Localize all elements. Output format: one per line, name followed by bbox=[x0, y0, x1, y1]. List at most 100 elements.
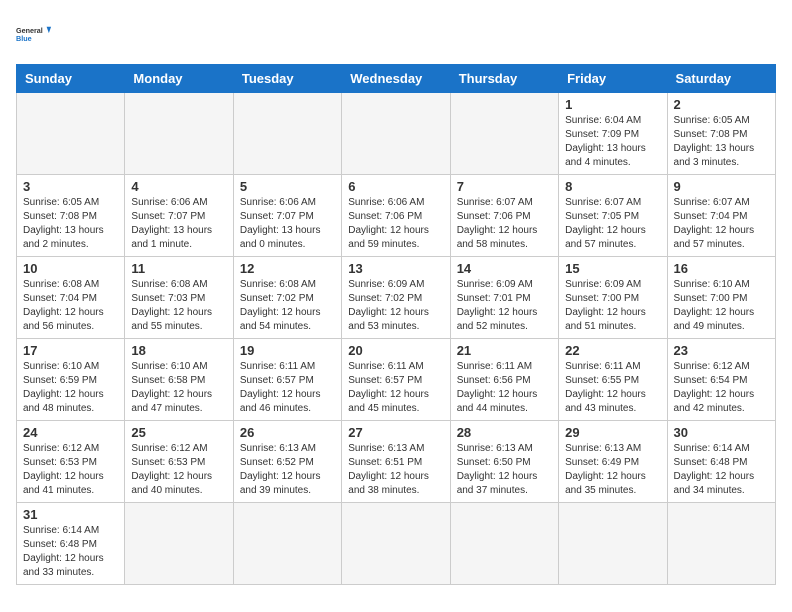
header-sunday: Sunday bbox=[17, 65, 125, 93]
calendar-cell: 7 Sunrise: 6:07 AM Sunset: 7:06 PM Daylig… bbox=[450, 175, 558, 257]
day-number: 24 bbox=[23, 425, 118, 440]
calendar-cell: 8 Sunrise: 6:07 AM Sunset: 7:05 PM Daylig… bbox=[559, 175, 667, 257]
calendar-cell: 25 Sunrise: 6:12 AM Sunset: 6:53 PM Dayli… bbox=[125, 421, 233, 503]
day-info: Sunrise: 6:07 AM Sunset: 7:06 PM Dayligh… bbox=[457, 196, 552, 252]
day-info: Sunrise: 6:14 AM Sunset: 6:48 PM Dayligh… bbox=[23, 524, 118, 580]
logo: GeneralBlue bbox=[16, 16, 52, 52]
calendar-cell: 10 Sunrise: 6:08 AM Sunset: 7:04 PM Dayli… bbox=[17, 257, 125, 339]
day-info: Sunrise: 6:08 AM Sunset: 7:03 PM Dayligh… bbox=[131, 278, 226, 334]
day-number: 25 bbox=[131, 425, 226, 440]
day-info: Sunrise: 6:10 AM Sunset: 7:00 PM Dayligh… bbox=[674, 278, 769, 334]
day-info: Sunrise: 6:13 AM Sunset: 6:50 PM Dayligh… bbox=[457, 442, 552, 498]
day-info: Sunrise: 6:13 AM Sunset: 6:52 PM Dayligh… bbox=[240, 442, 335, 498]
day-number: 4 bbox=[131, 179, 226, 194]
day-number: 3 bbox=[23, 179, 118, 194]
day-info: Sunrise: 6:12 AM Sunset: 6:54 PM Dayligh… bbox=[674, 360, 769, 416]
header-monday: Monday bbox=[125, 65, 233, 93]
day-info: Sunrise: 6:05 AM Sunset: 7:08 PM Dayligh… bbox=[23, 196, 118, 252]
calendar-cell: 18Sunrise: 6:10 AM Sunset: 6:58 PM Dayli… bbox=[125, 339, 233, 421]
calendar-cell: 6 Sunrise: 6:06 AM Sunset: 7:06 PM Daylig… bbox=[342, 175, 450, 257]
day-number: 18 bbox=[131, 343, 226, 358]
calendar-cell: 16 Sunrise: 6:10 AM Sunset: 7:00 PM Dayli… bbox=[667, 257, 775, 339]
calendar-cell: 4 Sunrise: 6:06 AM Sunset: 7:07 PM Daylig… bbox=[125, 175, 233, 257]
calendar-cell: 22Sunrise: 6:11 AM Sunset: 6:55 PM Dayli… bbox=[559, 339, 667, 421]
calendar-week-1: 3 Sunrise: 6:05 AM Sunset: 7:08 PM Daylig… bbox=[17, 175, 776, 257]
day-number: 21 bbox=[457, 343, 552, 358]
header-friday: Friday bbox=[559, 65, 667, 93]
day-number: 11 bbox=[131, 261, 226, 276]
day-number: 15 bbox=[565, 261, 660, 276]
day-number: 30 bbox=[674, 425, 769, 440]
day-info: Sunrise: 6:07 AM Sunset: 7:04 PM Dayligh… bbox=[674, 196, 769, 252]
day-number: 23 bbox=[674, 343, 769, 358]
svg-text:General: General bbox=[16, 26, 43, 35]
calendar-week-0: 1 Sunrise: 6:04 AM Sunset: 7:09 PM Daylig… bbox=[17, 93, 776, 175]
calendar-cell: 12 Sunrise: 6:08 AM Sunset: 7:02 PM Dayli… bbox=[233, 257, 341, 339]
day-info: Sunrise: 6:11 AM Sunset: 6:57 PM Dayligh… bbox=[240, 360, 335, 416]
day-number: 16 bbox=[674, 261, 769, 276]
day-info: Sunrise: 6:14 AM Sunset: 6:48 PM Dayligh… bbox=[674, 442, 769, 498]
day-number: 9 bbox=[674, 179, 769, 194]
day-info: Sunrise: 6:12 AM Sunset: 6:53 PM Dayligh… bbox=[23, 442, 118, 498]
calendar-cell: 17 Sunrise: 6:10 AM Sunset: 6:59 PM Dayli… bbox=[17, 339, 125, 421]
calendar-cell: 24 Sunrise: 6:12 AM Sunset: 6:53 PM Dayli… bbox=[17, 421, 125, 503]
day-info: Sunrise: 6:08 AM Sunset: 7:04 PM Dayligh… bbox=[23, 278, 118, 334]
calendar-week-3: 17 Sunrise: 6:10 AM Sunset: 6:59 PM Dayli… bbox=[17, 339, 776, 421]
day-info: Sunrise: 6:10 AM Sunset: 6:59 PM Dayligh… bbox=[23, 360, 118, 416]
day-number: 5 bbox=[240, 179, 335, 194]
calendar-cell: 2 Sunrise: 6:05 AM Sunset: 7:08 PM Daylig… bbox=[667, 93, 775, 175]
day-number: 12 bbox=[240, 261, 335, 276]
calendar-cell: 11 Sunrise: 6:08 AM Sunset: 7:03 PM Dayli… bbox=[125, 257, 233, 339]
day-number: 6 bbox=[348, 179, 443, 194]
day-info: Sunrise: 6:12 AM Sunset: 6:53 PM Dayligh… bbox=[131, 442, 226, 498]
day-info: Sunrise: 6:05 AM Sunset: 7:08 PM Dayligh… bbox=[674, 114, 769, 170]
day-info: Sunrise: 6:06 AM Sunset: 7:07 PM Dayligh… bbox=[131, 196, 226, 252]
calendar-cell: 28Sunrise: 6:13 AM Sunset: 6:50 PM Dayli… bbox=[450, 421, 558, 503]
day-number: 26 bbox=[240, 425, 335, 440]
calendar-table: SundayMondayTuesdayWednesdayThursdayFrid… bbox=[16, 64, 776, 585]
logo-icon: GeneralBlue bbox=[16, 16, 52, 52]
day-info: Sunrise: 6:04 AM Sunset: 7:09 PM Dayligh… bbox=[565, 114, 660, 170]
calendar-cell: 23 Sunrise: 6:12 AM Sunset: 6:54 PM Dayli… bbox=[667, 339, 775, 421]
day-number: 8 bbox=[565, 179, 660, 194]
day-number: 29 bbox=[565, 425, 660, 440]
day-info: Sunrise: 6:09 AM Sunset: 7:00 PM Dayligh… bbox=[565, 278, 660, 334]
calendar-cell: 1 Sunrise: 6:04 AM Sunset: 7:09 PM Daylig… bbox=[559, 93, 667, 175]
calendar-cell: 29Sunrise: 6:13 AM Sunset: 6:49 PM Dayli… bbox=[559, 421, 667, 503]
day-number: 7 bbox=[457, 179, 552, 194]
calendar-cell bbox=[342, 93, 450, 175]
calendar-cell bbox=[125, 93, 233, 175]
day-number: 22 bbox=[565, 343, 660, 358]
calendar-cell: 9 Sunrise: 6:07 AM Sunset: 7:04 PM Daylig… bbox=[667, 175, 775, 257]
day-info: Sunrise: 6:06 AM Sunset: 7:07 PM Dayligh… bbox=[240, 196, 335, 252]
day-info: Sunrise: 6:07 AM Sunset: 7:05 PM Dayligh… bbox=[565, 196, 660, 252]
day-number: 20 bbox=[348, 343, 443, 358]
calendar-cell: 26 Sunrise: 6:13 AM Sunset: 6:52 PM Dayli… bbox=[233, 421, 341, 503]
calendar-week-4: 24 Sunrise: 6:12 AM Sunset: 6:53 PM Dayli… bbox=[17, 421, 776, 503]
calendar-cell: 5 Sunrise: 6:06 AM Sunset: 7:07 PM Daylig… bbox=[233, 175, 341, 257]
day-number: 2 bbox=[674, 97, 769, 112]
calendar-cell bbox=[17, 93, 125, 175]
day-info: Sunrise: 6:13 AM Sunset: 6:51 PM Dayligh… bbox=[348, 442, 443, 498]
day-number: 10 bbox=[23, 261, 118, 276]
header-thursday: Thursday bbox=[450, 65, 558, 93]
calendar-cell: 15 Sunrise: 6:09 AM Sunset: 7:00 PM Dayli… bbox=[559, 257, 667, 339]
calendar-cell: 3 Sunrise: 6:05 AM Sunset: 7:08 PM Daylig… bbox=[17, 175, 125, 257]
calendar-cell bbox=[125, 503, 233, 585]
header-saturday: Saturday bbox=[667, 65, 775, 93]
day-number: 17 bbox=[23, 343, 118, 358]
calendar-cell: 21Sunrise: 6:11 AM Sunset: 6:56 PM Dayli… bbox=[450, 339, 558, 421]
page-header: GeneralBlue bbox=[16, 16, 776, 52]
svg-text:Blue: Blue bbox=[16, 34, 32, 43]
day-number: 1 bbox=[565, 97, 660, 112]
day-info: Sunrise: 6:08 AM Sunset: 7:02 PM Dayligh… bbox=[240, 278, 335, 334]
day-number: 31 bbox=[23, 507, 118, 522]
calendar-cell: 13Sunrise: 6:09 AM Sunset: 7:02 PM Dayli… bbox=[342, 257, 450, 339]
calendar-cell: 27Sunrise: 6:13 AM Sunset: 6:51 PM Dayli… bbox=[342, 421, 450, 503]
day-number: 13 bbox=[348, 261, 443, 276]
calendar-cell bbox=[342, 503, 450, 585]
day-info: Sunrise: 6:06 AM Sunset: 7:06 PM Dayligh… bbox=[348, 196, 443, 252]
calendar-cell bbox=[233, 503, 341, 585]
calendar-cell: 19Sunrise: 6:11 AM Sunset: 6:57 PM Dayli… bbox=[233, 339, 341, 421]
calendar-cell: 20Sunrise: 6:11 AM Sunset: 6:57 PM Dayli… bbox=[342, 339, 450, 421]
